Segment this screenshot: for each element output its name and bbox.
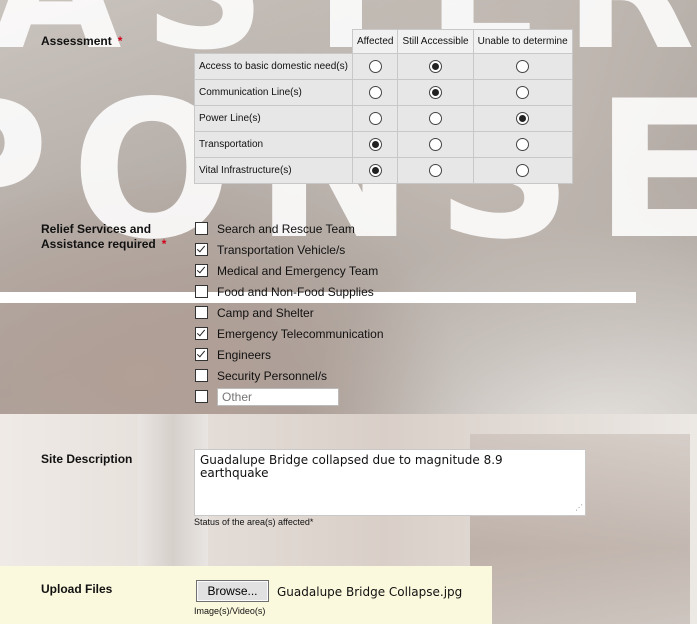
- browse-button[interactable]: Browse...: [196, 580, 269, 602]
- checkbox[interactable]: [195, 369, 208, 382]
- relief-option-label: Transportation Vehicle/s: [217, 242, 346, 257]
- assessment-grid: Affected Still Accessible Unable to dete…: [194, 29, 573, 184]
- checkbox[interactable]: [195, 222, 208, 235]
- checkbox[interactable]: [195, 243, 208, 256]
- upload-files-label: Upload Files: [41, 582, 113, 596]
- relief-option-label: Security Personnel/s: [217, 368, 328, 383]
- assessment-radio[interactable]: [429, 164, 443, 177]
- relief-option[interactable]: Medical and Emergency Team: [195, 260, 384, 281]
- assessment-row: Communication Line(s): [194, 79, 573, 106]
- assessment-radio[interactable]: [516, 112, 530, 125]
- column-header: Affected: [351, 29, 399, 54]
- assessment-row-label: Power Line(s): [194, 105, 353, 132]
- relief-options: Search and Rescue Team Transportation Veh…: [195, 218, 384, 407]
- assessment-radio[interactable]: [429, 86, 443, 99]
- relief-option[interactable]: Emergency Telecommunication: [195, 323, 384, 344]
- relief-label: Relief Services and Assistance required *: [41, 222, 167, 251]
- relief-option[interactable]: Transportation Vehicle/s: [195, 239, 384, 260]
- checkbox[interactable]: [195, 327, 208, 340]
- assessment-row: Transportation: [194, 131, 573, 158]
- relief-option[interactable]: Search and Rescue Team: [195, 218, 384, 239]
- assessment-row-label: Vital Infrastructure(s): [194, 157, 353, 184]
- assessment-radio[interactable]: [429, 60, 443, 73]
- relief-option-label: Engineers: [217, 347, 272, 362]
- site-description-label: Site Description: [41, 452, 133, 466]
- assessment-radio[interactable]: [516, 164, 530, 177]
- relief-option-label: Medical and Emergency Team: [217, 263, 379, 278]
- column-header: Still Accessible: [397, 29, 474, 54]
- assessment-radio[interactable]: [368, 112, 382, 125]
- checkbox[interactable]: [195, 264, 208, 277]
- relief-option-label: Food and Non-Food Supplies: [217, 284, 374, 299]
- assessment-radio[interactable]: [429, 138, 443, 151]
- site-description-hint: Status of the area(s) affected*: [194, 517, 314, 527]
- other-checkbox[interactable]: [195, 390, 208, 403]
- assessment-radio[interactable]: [368, 164, 382, 177]
- resize-grip-icon[interactable]: ⋰: [575, 501, 583, 514]
- checkbox[interactable]: [195, 348, 208, 361]
- assessment-radio[interactable]: [368, 86, 382, 99]
- assessment-radio[interactable]: [368, 138, 382, 151]
- assessment-row-label: Communication Line(s): [194, 79, 353, 106]
- required-mark: *: [117, 34, 123, 48]
- assessment-row: Vital Infrastructure(s): [194, 157, 573, 184]
- relief-option[interactable]: Food and Non-Food Supplies: [195, 281, 384, 302]
- relief-option[interactable]: Engineers: [195, 344, 384, 365]
- relief-option-other: [195, 386, 384, 407]
- checkbox[interactable]: [195, 285, 208, 298]
- upload-hint: Image(s)/Video(s): [194, 606, 266, 616]
- assessment-row-label: Transportation: [194, 131, 353, 158]
- assessment-radio[interactable]: [368, 60, 382, 73]
- assessment-radio[interactable]: [516, 60, 530, 73]
- assessment-row: Power Line(s): [194, 105, 573, 132]
- assessment-label: Assessment *: [41, 34, 123, 48]
- relief-option-label: Camp and Shelter: [217, 305, 314, 320]
- assessment-row: Access to basic domestic need(s): [194, 53, 573, 80]
- assessment-radio[interactable]: [516, 86, 530, 99]
- relief-option-label: Emergency Telecommunication: [217, 326, 384, 341]
- assessment-radio[interactable]: [516, 138, 530, 151]
- relief-option-label: Search and Rescue Team: [217, 221, 355, 236]
- assessment-radio[interactable]: [429, 112, 443, 125]
- relief-option[interactable]: Security Personnel/s: [195, 365, 384, 386]
- site-description-textarea[interactable]: Guadalupe Bridge collapsed due to magnit…: [194, 449, 586, 516]
- required-mark: *: [161, 237, 167, 251]
- selected-filename: Guadalupe Bridge Collapse.jpg: [277, 585, 463, 599]
- other-input[interactable]: [217, 387, 339, 406]
- relief-option[interactable]: Camp and Shelter: [195, 302, 384, 323]
- column-header: Unable to determine: [472, 29, 573, 54]
- checkbox[interactable]: [195, 306, 208, 319]
- assessment-row-label: Access to basic domestic need(s): [194, 53, 353, 80]
